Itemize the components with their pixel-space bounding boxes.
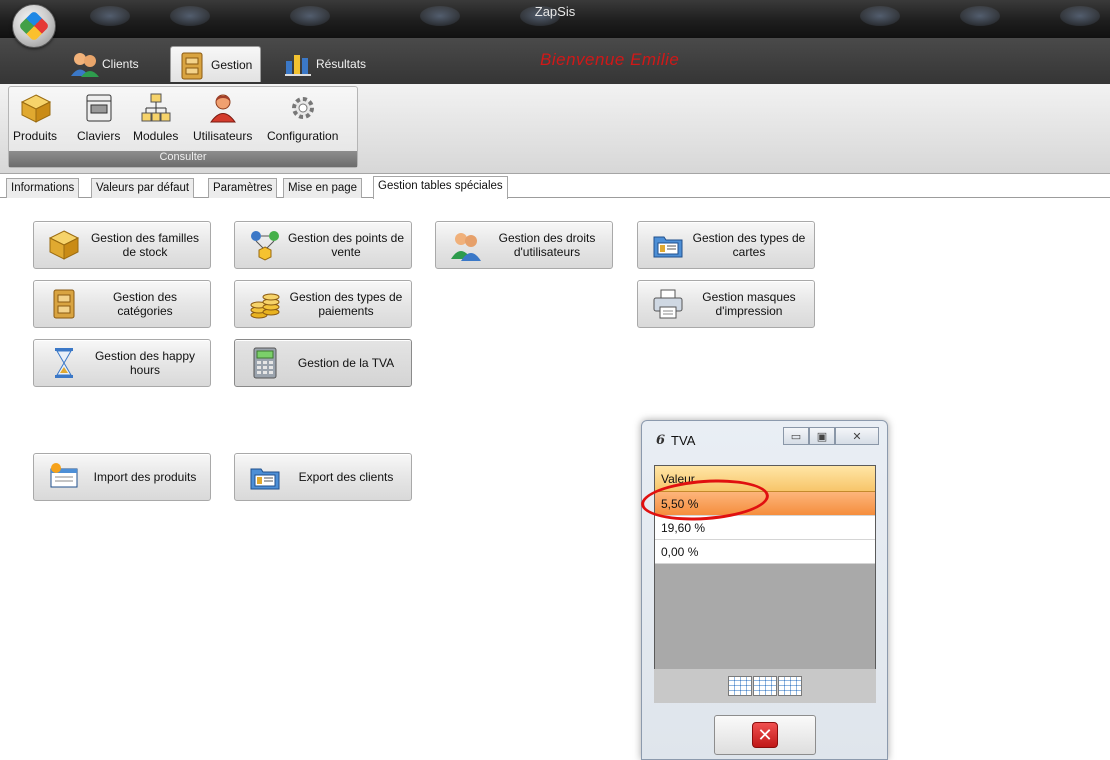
close-icon: ✕ (852, 430, 862, 443)
configuration-label: Configuration (267, 129, 339, 143)
calculator-icon (249, 347, 281, 379)
window-close-button[interactable]: ✕ (835, 427, 879, 445)
minimize-icon: ▭ (790, 430, 802, 443)
box-icon (20, 93, 52, 123)
tab-gestion-label: Gestion (211, 57, 253, 72)
dialog-close-button[interactable]: ✕ (714, 715, 816, 755)
minimize-button[interactable]: ▭ (783, 427, 809, 445)
title-bar: ZapSis (0, 0, 1110, 38)
tab-clients-label: Clients (102, 57, 139, 71)
cabinet-icon (48, 288, 80, 320)
tab-parametres[interactable]: Paramètres (208, 178, 278, 198)
familles-stock-label: Gestion des familles de stock (90, 231, 200, 259)
edit-row-button[interactable] (753, 676, 777, 696)
welcome-message: Bienvenue Emilie (540, 50, 680, 69)
export-folder-icon (249, 461, 281, 493)
ribbon-group-label: Consulter (9, 151, 357, 167)
utilisateurs-button[interactable]: Utilisateurs (193, 93, 252, 143)
tab-gestion-tables-speciales[interactable]: Gestion tables spéciales (373, 176, 508, 199)
coins-icon (249, 288, 281, 320)
ribbon: Produits Claviers Modules Utilisateurs C… (0, 84, 1110, 174)
app-title: ZapSis (534, 4, 576, 19)
import-produits-button[interactable]: Import des produits (33, 453, 211, 501)
table-row[interactable]: 5,50 % (639, 475, 875, 525)
dialog-window-controls: ▭ ▣ ✕ (783, 427, 879, 445)
tab-informations[interactable]: Informations (6, 178, 80, 198)
produits-button[interactable]: Produits (13, 93, 57, 143)
delete-row-button[interactable] (778, 676, 802, 696)
points-vente-button[interactable]: Gestion des points de vente (234, 221, 412, 269)
tab-resultats[interactable]: Résultats (276, 46, 374, 82)
claviers-button[interactable]: Claviers (77, 93, 120, 143)
configuration-button[interactable]: Configuration (267, 93, 338, 143)
familles-stock-button[interactable]: Gestion des familles de stock (33, 221, 211, 269)
network-icon (249, 229, 281, 261)
happy-hours-label: Gestion des happy hours (94, 349, 196, 377)
dialog-app-icon: 6 (656, 433, 666, 448)
masques-impression-button[interactable]: Gestion masques d'impression (637, 280, 815, 328)
types-cartes-button[interactable]: Gestion des types de cartes (637, 221, 815, 269)
maximize-icon: ▣ (816, 430, 828, 443)
import-icon (48, 461, 80, 493)
keyboard-icon (84, 93, 114, 123)
gestion-icon (179, 52, 205, 79)
tva-button[interactable]: Gestion de la TVA (234, 339, 412, 387)
maximize-button[interactable]: ▣ (809, 427, 835, 445)
modules-label: Modules (133, 129, 179, 143)
card-folder-icon (652, 229, 684, 261)
table-cell: 19,60 % (661, 521, 706, 535)
tab-valeurs-par-defaut[interactable]: Valeurs par défaut (91, 178, 195, 198)
dialog-title: TVA (671, 433, 696, 448)
types-paiements-button[interactable]: Gestion des types de paiements (234, 280, 412, 328)
happy-hours-button[interactable]: Gestion des happy hours (33, 339, 211, 387)
tva-dialog: 6 TVA ▭ ▣ ✕ Valeur 5,50 % 19,60 % 0,00 % (639, 420, 888, 760)
modules-icon (141, 93, 171, 123)
masques-impression-label: Gestion masques d'impression (702, 290, 796, 318)
app-menu-orb-button[interactable] (12, 4, 56, 48)
app-logo-icon (18, 10, 50, 42)
resultats-icon (284, 51, 311, 77)
grid-toolbar (654, 669, 876, 703)
gear-icon (288, 93, 318, 123)
droits-utilisateurs-label: Gestion des droits d'utilisateurs (498, 231, 596, 259)
claviers-label: Claviers (77, 129, 121, 143)
dialog-title-bar: 6 TVA (656, 433, 695, 448)
user-icon (208, 93, 238, 123)
tva-label: Gestion de la TVA (297, 356, 395, 370)
types-paiements-label: Gestion des types de paiements (289, 290, 403, 318)
add-row-button[interactable] (728, 676, 752, 696)
box-icon (48, 229, 80, 261)
table-row[interactable]: 0,00 % (655, 540, 875, 564)
section-tabs: Informations Valeurs par défaut Paramètr… (0, 176, 1110, 199)
produits-label: Produits (13, 129, 58, 143)
points-vente-label: Gestion des points de vente (287, 231, 405, 259)
users-icon (450, 229, 482, 261)
close-icon: ✕ (752, 722, 778, 748)
tab-gestion[interactable]: Gestion (170, 46, 262, 82)
printer-icon (652, 288, 684, 320)
table-cell: 0,00 % (661, 545, 699, 559)
droits-utilisateurs-button[interactable]: Gestion des droits d'utilisateurs (435, 221, 613, 269)
tva-grid: Valeur 5,50 % 19,60 % 0,00 % (639, 465, 876, 695)
import-produits-label: Import des produits (93, 470, 197, 484)
categories-label: Gestion des catégories (112, 290, 178, 318)
categories-button[interactable]: Gestion des catégories (33, 280, 211, 328)
modules-button[interactable]: Modules (133, 93, 178, 143)
clients-icon (70, 51, 99, 77)
export-clients-label: Export des clients (298, 470, 394, 484)
utilisateurs-label: Utilisateurs (193, 129, 253, 143)
tab-mise-en-page[interactable]: Mise en page (283, 178, 363, 198)
types-cartes-label: Gestion des types de cartes (692, 231, 806, 259)
tab-clients[interactable]: Clients (62, 46, 147, 82)
ribbon-group-consulter: Produits Claviers Modules Utilisateurs C… (8, 86, 358, 168)
tab-resultats-label: Résultats (316, 57, 367, 71)
hourglass-icon (48, 347, 80, 379)
export-clients-button[interactable]: Export des clients (234, 453, 412, 501)
